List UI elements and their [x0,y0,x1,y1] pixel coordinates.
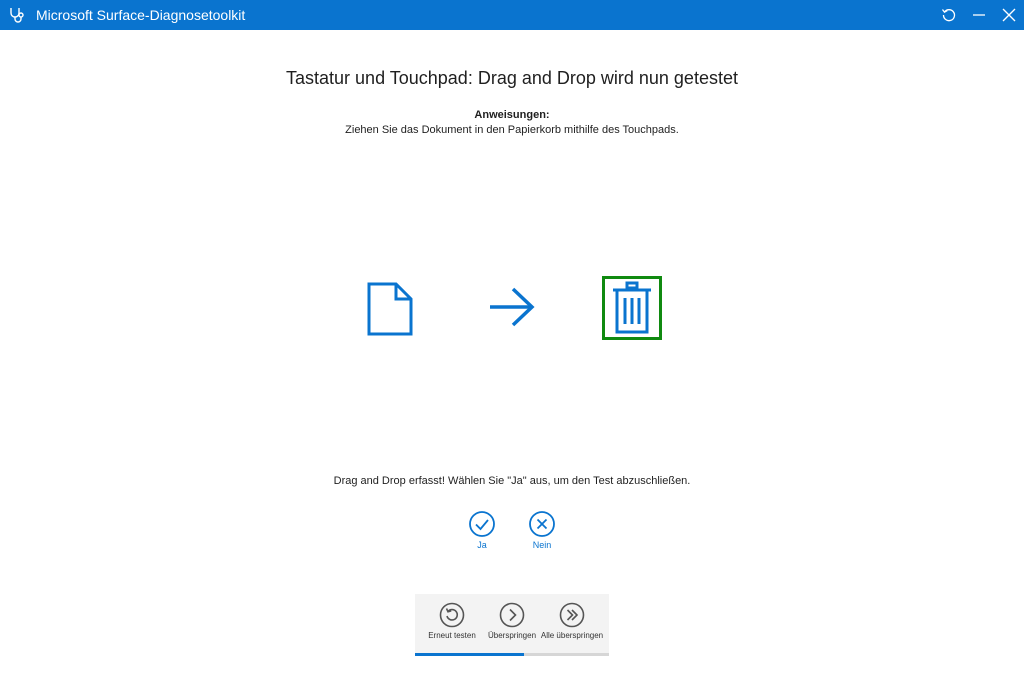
window-title: Microsoft Surface-Diagnosetoolkit [36,7,246,23]
stethoscope-icon [10,8,24,23]
chevron-right-circle-icon [499,602,525,628]
instructions-text: Ziehen Sie das Dokument in den Papierkor… [345,124,679,136]
restart-button[interactable] [934,0,964,30]
arrow-right-icon [490,287,535,327]
retry-button[interactable]: Erneut testen [420,602,484,640]
x-circle-icon [529,511,555,537]
document-icon[interactable] [366,281,414,337]
yes-button[interactable]: Ja [452,510,512,550]
trash-drop-target[interactable] [602,276,662,340]
title-bar: Microsoft Surface-Diagnosetoolkit [0,0,1024,30]
skip-all-button[interactable]: Alle überspringen [540,602,604,640]
skip-all-label: Alle überspringen [540,631,604,640]
checkmark-circle-icon [469,511,495,537]
instructions-label: Anweisungen: [474,109,550,121]
action-bar: Erneut testen Überspringen Alle überspri… [415,594,609,656]
minimize-icon [973,14,985,16]
skip-label: Überspringen [487,631,537,640]
double-chevron-right-circle-icon [559,602,585,628]
close-icon [1002,8,1016,22]
retry-label: Erneut testen [428,631,476,640]
no-label: Nein [532,540,552,550]
progress-bar-fill [415,653,524,656]
skip-button[interactable]: Überspringen [480,602,544,640]
restart-icon [941,9,956,22]
status-message: Drag and Drop erfasst! Wählen Sie "Ja" a… [333,475,691,487]
close-button[interactable] [994,0,1024,30]
no-button[interactable]: Nein [512,510,572,550]
yes-label: Ja [477,540,487,550]
progress-bar [415,653,609,656]
trash-icon [613,281,651,334]
page-title: Tastatur und Touchpad: Drag and Drop wir… [286,68,738,88]
minimize-button[interactable] [964,0,994,30]
retry-icon [439,602,465,628]
